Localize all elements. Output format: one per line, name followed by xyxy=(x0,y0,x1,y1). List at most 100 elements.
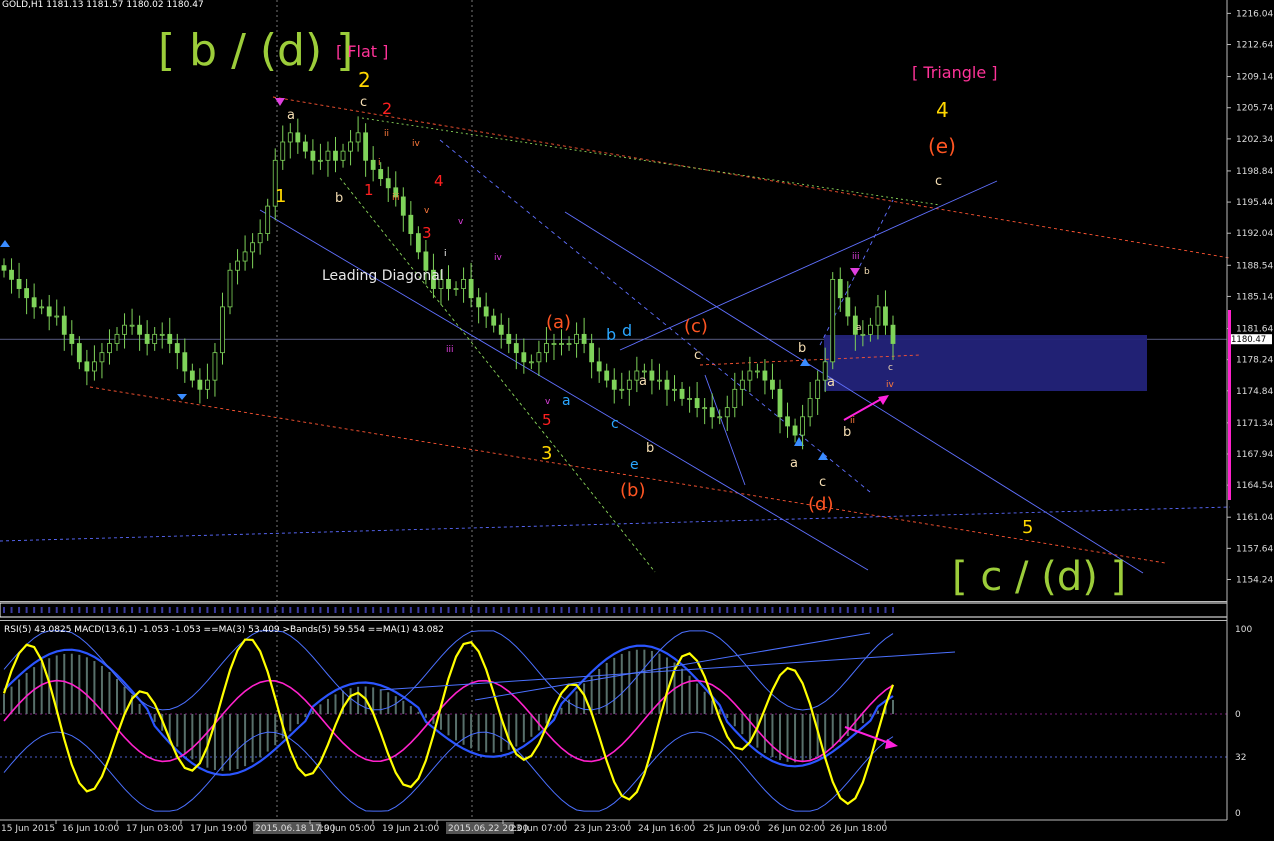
volume-bar xyxy=(711,607,714,613)
wave-label: b xyxy=(606,325,616,344)
indicator-tick-label: 0 xyxy=(1235,710,1241,720)
macd-bar xyxy=(869,714,872,717)
subwave-label: v xyxy=(424,206,430,216)
price-chart[interactable]: 1216.04 1212.64 1209.14 1205.74 1202.34 1198.… xyxy=(0,0,1274,837)
wave-label: e xyxy=(630,457,639,473)
volume-bar xyxy=(583,607,586,613)
chart-window: 1216.04 1212.64 1209.14 1205.74 1202.34 1198.… xyxy=(0,0,1274,837)
subwave-label: iii xyxy=(392,193,400,203)
volume-bar xyxy=(703,607,706,613)
wave-label: b xyxy=(843,425,851,440)
volume-bar xyxy=(650,607,653,613)
candle-body xyxy=(641,370,647,373)
candle-body xyxy=(446,278,451,289)
macd-bar xyxy=(244,714,247,767)
volume-bar xyxy=(63,607,66,613)
volume-bar xyxy=(432,607,435,613)
macd-bar xyxy=(771,714,774,758)
subwave-label: c xyxy=(888,363,893,373)
volume-bar xyxy=(500,607,503,613)
volume-bar xyxy=(198,607,201,613)
wave-label: a xyxy=(562,393,571,409)
macd-bar xyxy=(394,696,397,714)
macd-bar xyxy=(424,714,427,718)
volume-bar xyxy=(869,607,872,613)
flat-label: [ Flat ] xyxy=(336,42,388,61)
big-bracket-label: [ c / (d) ] xyxy=(952,554,1126,600)
candle-body xyxy=(363,132,369,161)
candle-body xyxy=(581,333,587,344)
candle-body xyxy=(212,352,218,381)
candle-body xyxy=(92,361,97,372)
candle-body xyxy=(137,324,143,335)
time-tick-label: 16 Jun 10:00 xyxy=(62,824,119,834)
price-tick-label: 1181.64 xyxy=(1236,324,1273,334)
candle-body xyxy=(182,352,188,372)
macd-bar xyxy=(763,714,766,753)
wave-label: (c) xyxy=(684,316,708,337)
candle-body xyxy=(785,416,790,427)
volume-bar xyxy=(643,607,646,613)
candle-body xyxy=(800,416,805,436)
volume-bar xyxy=(809,607,812,613)
macd-bar xyxy=(349,688,352,714)
volume-bar xyxy=(18,607,21,613)
indicator-header: RSI(5) 43.0825 MACD(13,6,1) -1.053 -1.05… xyxy=(4,625,444,635)
candle-body xyxy=(348,141,353,152)
time-tick-label: 25 Jun 09:00 xyxy=(703,824,760,834)
macd-bar xyxy=(786,714,789,762)
volume-bar xyxy=(477,607,480,613)
macd-bar xyxy=(108,671,111,714)
macd-bar xyxy=(824,714,827,753)
macd-bar xyxy=(447,714,450,736)
wave-label: 1 xyxy=(364,181,374,199)
volume-bar xyxy=(748,607,751,613)
wave-label: b xyxy=(798,341,806,356)
candle-body xyxy=(114,333,120,344)
candle-body xyxy=(657,379,662,382)
time-tick-label: 23 Jun 23:00 xyxy=(574,824,631,834)
volume-bar xyxy=(259,607,262,613)
price-tick-label: 1157.64 xyxy=(1236,544,1273,554)
macd-bar xyxy=(387,692,390,714)
panel-divider xyxy=(0,601,1227,602)
volume-bar xyxy=(854,607,857,613)
volume-bar xyxy=(131,607,134,613)
subwave-label: iii xyxy=(852,252,860,262)
wave-label: 2 xyxy=(358,68,371,92)
time-tick-label: 26 Jun 18:00 xyxy=(830,824,887,834)
candle-body xyxy=(152,333,158,344)
volume-bar xyxy=(364,607,367,613)
macd-bar xyxy=(613,657,616,714)
symbol-header: GOLD,H1 1181.13 1181.57 1180.02 1180.47 xyxy=(2,0,204,10)
volume-bar xyxy=(884,607,887,613)
volume-bar xyxy=(153,607,156,613)
price-tick-label: 1216.04 xyxy=(1236,9,1273,19)
macd-bar xyxy=(3,694,5,714)
candle-body xyxy=(287,132,293,143)
candle-body xyxy=(205,379,210,390)
candle-body xyxy=(122,324,127,335)
candle-body xyxy=(84,361,90,372)
macd-bar xyxy=(357,686,360,714)
volume-bar xyxy=(176,607,179,613)
volume-bar xyxy=(48,607,51,613)
candle-body xyxy=(566,343,572,345)
candle-body xyxy=(220,306,225,354)
macd-bar xyxy=(876,710,879,714)
candle-body xyxy=(687,398,692,400)
price-tick-label: 1185.14 xyxy=(1236,292,1273,302)
volume-bar xyxy=(455,607,458,613)
price-tick-label: 1212.64 xyxy=(1236,41,1273,51)
macd-bar xyxy=(25,672,28,714)
macd-bar xyxy=(78,654,81,714)
macd-bar xyxy=(522,714,525,743)
volume-bar xyxy=(100,607,103,613)
volume-bar xyxy=(733,607,736,613)
macd-bar xyxy=(718,709,721,714)
macd-bar xyxy=(605,662,608,714)
volume-bar xyxy=(763,607,766,613)
candle-body xyxy=(9,269,14,280)
volume-bar xyxy=(831,607,834,613)
volume-bar xyxy=(236,607,239,613)
